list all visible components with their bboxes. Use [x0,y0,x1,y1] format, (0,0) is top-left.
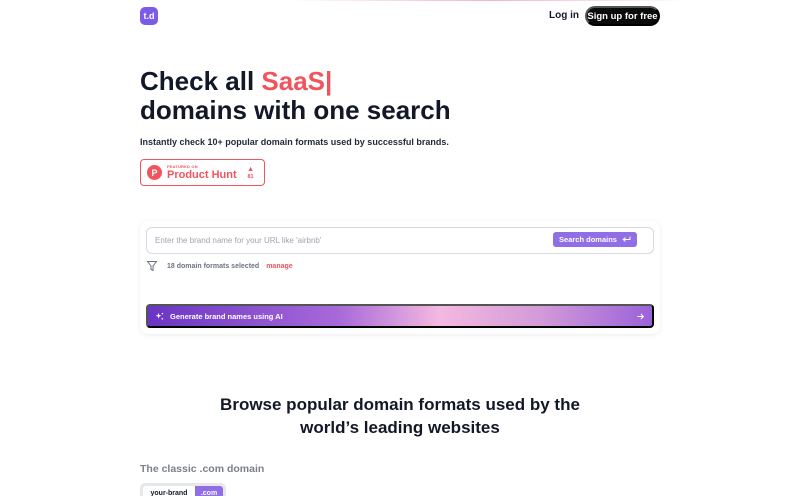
product-hunt-logo-icon: P [147,165,162,180]
hero-title: Check all SaaS| domains with one search [140,67,451,125]
generate-brand-names-button[interactable]: Generate brand names using AI [146,304,654,328]
browse-section-title: Browse popular domain formats used by th… [220,395,580,437]
sparkle-icon [155,312,164,320]
arrow-right-icon [637,313,645,319]
manage-formats-link[interactable]: manage [266,263,292,270]
logo[interactable]: t.d [140,7,158,25]
login-link[interactable]: Log in [549,10,579,21]
top-gradient-line [290,0,690,1]
domain-chip-inner: your-brand .com [143,486,223,496]
hero-title-prefix: Check all [140,66,262,96]
domain-chip-tld: .com [195,486,223,496]
filter-icon[interactable] [146,260,158,272]
classic-domain-label: The classic .com domain [140,463,265,475]
domain-chip-brand: your-brand [150,489,188,496]
hero-title-line2: domains with one search [140,95,451,125]
search-domains-label: Search domains [559,235,617,244]
search-input-wrapper: Search domains [146,227,654,254]
hero-title-accent: SaaS [261,66,326,96]
search-card: Search domains 18 domain formats selecte… [140,221,660,334]
formats-filter-row: 18 domain formats selected manage [146,260,293,272]
product-hunt-text: FEATURED ON Product Hunt [167,164,237,181]
enter-return-icon [622,236,631,242]
brand-search-input[interactable] [155,228,535,253]
triangle-up-icon: ▲ [247,165,254,173]
formats-selected-text: 18 domain formats selected [167,262,260,270]
typing-caret: | [325,66,333,96]
generate-brand-names-label: Generate brand names using AI [170,311,283,321]
product-hunt-votes: ▲ 81 [247,166,254,180]
domain-example-chip: your-brand .com [140,483,226,496]
search-domains-button[interactable]: Search domains [553,232,637,247]
hero-subtitle: Instantly check 10+ popular domain forma… [140,137,449,147]
product-hunt-name: Product Hunt [167,169,237,181]
product-hunt-vote-count: 81 [247,173,254,180]
signup-button[interactable]: Sign up for free [585,6,660,26]
product-hunt-badge[interactable]: P FEATURED ON Product Hunt ▲ 81 [140,159,265,186]
